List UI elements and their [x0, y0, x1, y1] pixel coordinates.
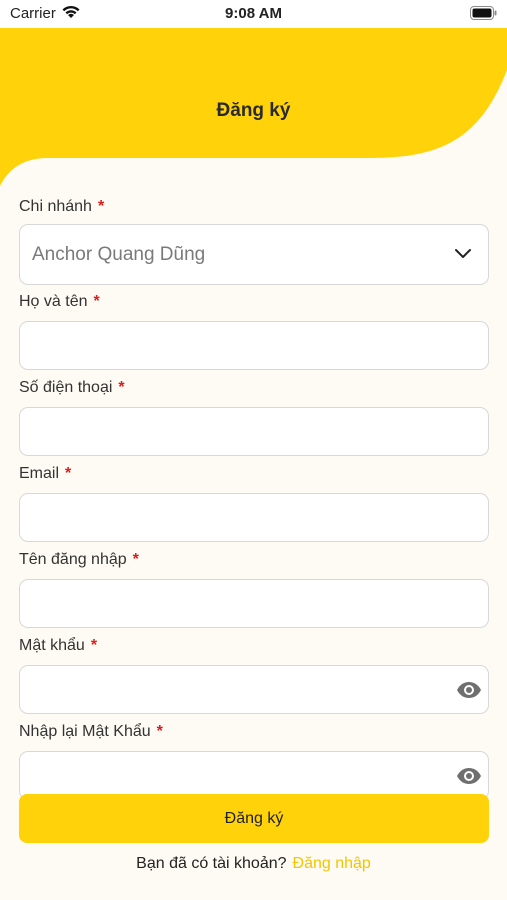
phone-label: Số điện thoại * — [19, 379, 125, 396]
eye-icon[interactable] — [456, 765, 482, 792]
required-marker: * — [97, 198, 105, 215]
password-field[interactable] — [19, 665, 489, 714]
username-input[interactable] — [20, 580, 488, 627]
battery-icon — [470, 6, 497, 24]
status-time: 9:08 AM — [225, 5, 282, 22]
confirm-password-label: Nhập lại Mật Khẩu * — [19, 723, 163, 740]
email-input[interactable] — [20, 494, 488, 541]
phone-field[interactable] — [19, 407, 489, 456]
required-marker: * — [90, 637, 98, 654]
page-title: Đăng ký — [216, 100, 291, 121]
password-input[interactable] — [20, 666, 488, 713]
login-link[interactable]: Đăng nhập — [293, 855, 371, 872]
chevron-down-icon[interactable] — [454, 247, 472, 265]
required-marker: * — [93, 293, 100, 310]
required-marker: * — [132, 551, 139, 568]
full-name-label: Họ và tên * — [19, 293, 100, 310]
username-field[interactable] — [19, 579, 489, 628]
required-marker: * — [118, 379, 125, 396]
password-label: Mật khẩu * — [19, 637, 98, 654]
required-marker: * — [65, 465, 72, 482]
status-bar: Carrier 9:08 AM — [0, 0, 507, 28]
phone-input[interactable] — [20, 408, 488, 455]
username-label: Tên đăng nhập * — [19, 551, 139, 568]
confirm-password-input[interactable] — [20, 752, 488, 799]
full-name-field[interactable] — [19, 321, 489, 370]
branch-select[interactable]: Anchor Quang Dũng — [19, 224, 489, 285]
required-marker: * — [156, 723, 163, 740]
registration-form: Chi nhánh * Anchor Quang Dũng Họ và tên * … — [19, 197, 489, 800]
branch-label: Chi nhánh * — [19, 198, 105, 215]
email-field[interactable] — [19, 493, 489, 542]
confirm-password-field[interactable] — [19, 751, 489, 800]
branch-selected-value: Anchor Quang Dũng — [32, 244, 206, 265]
login-prompt-text: Bạn đã có tài khoản? — [136, 855, 287, 872]
email-label: Email * — [19, 465, 72, 482]
full-name-input[interactable] — [20, 322, 488, 369]
login-prompt: Bạn đã có tài khoản? Đăng nhập — [0, 855, 507, 873]
register-button[interactable]: Đăng ký — [19, 794, 489, 843]
eye-icon[interactable] — [456, 679, 482, 706]
